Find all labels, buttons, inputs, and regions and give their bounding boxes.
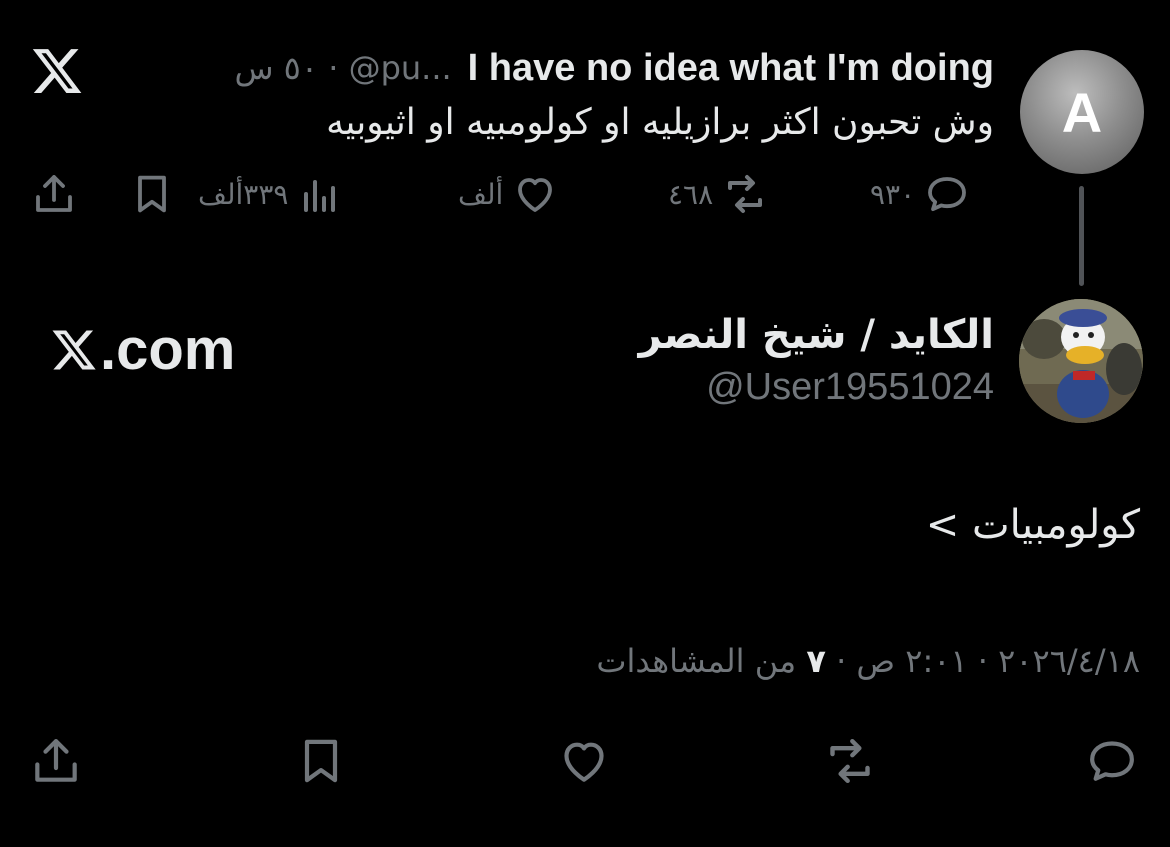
share-upload-icon — [30, 170, 78, 218]
parent-bookmark-button[interactable] — [128, 170, 176, 218]
meta-separator: · — [836, 642, 847, 680]
repost-arrows-icon — [830, 738, 870, 784]
parent-tweet-text: وش تحبون اكثر برازيليه او كولومبيه او اث… — [326, 102, 994, 143]
meta-separator: · — [977, 642, 988, 680]
heart-icon — [564, 742, 604, 782]
reply-handle[interactable]: @User19551024 — [706, 366, 994, 409]
parent-repost-button[interactable]: ٤٦٨ — [668, 170, 769, 218]
share-upload-icon — [35, 739, 77, 782]
thread-connector-line — [1079, 186, 1084, 286]
watermark-text: .com — [100, 317, 236, 382]
parent-time: ٥٠ س — [234, 49, 319, 87]
parent-author-name[interactable]: I have no idea what I'm doing — [468, 47, 994, 90]
reply-avatar[interactable] — [1019, 299, 1143, 423]
reply-button[interactable] — [1084, 733, 1140, 789]
like-count: ألف — [458, 177, 504, 211]
xcom-watermark: .com — [50, 316, 235, 383]
parent-meta: ٥٠ س · @pu... — [234, 49, 451, 87]
repost-count: ٤٦٨ — [668, 177, 714, 211]
bookmark-icon — [128, 170, 176, 218]
speech-bubble-icon — [923, 170, 971, 218]
reply-tweet-text: كولومبيات > — [925, 502, 1140, 548]
reply-time[interactable]: ٢:٠١ ص — [856, 642, 967, 680]
meta-separator: · — [328, 49, 339, 87]
repost-button[interactable] — [822, 733, 878, 789]
parent-views-button[interactable]: ٣٣٩ألف — [198, 170, 344, 218]
reply-timestamp-row: ٢٠٢٦/٤/١٨ · ٢:٠١ ص · ٧ من المشاهدات — [596, 642, 1140, 680]
bookmark-button[interactable] — [293, 733, 349, 789]
parent-share-button[interactable] — [30, 170, 78, 218]
views-count: ٣٣٩ألف — [198, 177, 289, 211]
x-logo-icon — [52, 330, 96, 369]
share-button[interactable] — [28, 733, 84, 789]
heart-icon — [511, 170, 559, 218]
repost-arrows-icon — [721, 170, 769, 218]
parent-like-button[interactable]: ألف — [458, 170, 559, 218]
avatar-letter: A — [1061, 80, 1103, 144]
parent-reply-button[interactable]: ٩٣٠ — [870, 170, 971, 218]
bookmark-icon — [304, 739, 338, 783]
parent-handle[interactable]: @pu... — [349, 49, 452, 87]
reply-count: ٩٣٠ — [870, 177, 916, 211]
reply-display-name[interactable]: الكايد / شيخ النصر — [639, 312, 994, 358]
bar-chart-icon — [296, 170, 344, 218]
reply-views-count: ٧ — [806, 642, 826, 680]
reply-avatar-image — [1019, 299, 1143, 423]
x-logo-icon[interactable] — [30, 44, 84, 98]
reply-date[interactable]: ٢٠٢٦/٤/١٨ — [998, 642, 1140, 680]
reply-views-label: من المشاهدات — [596, 642, 797, 680]
speech-bubble-icon — [1090, 741, 1134, 781]
like-button[interactable] — [556, 733, 612, 789]
parent-tweet-header: ٥٠ س · @pu... I have no idea what I'm do… — [234, 44, 994, 92]
parent-avatar[interactable]: A — [1020, 50, 1144, 174]
